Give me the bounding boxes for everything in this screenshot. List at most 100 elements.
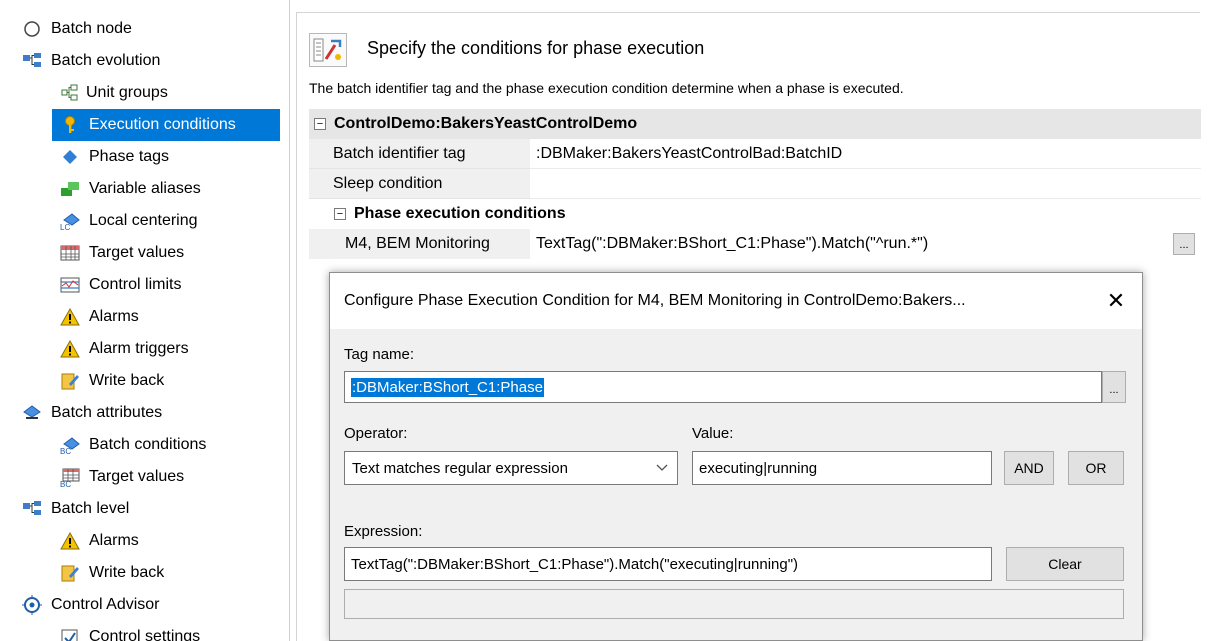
grid-row-value[interactable]: [530, 169, 1201, 199]
value-text: executing|running: [699, 459, 818, 477]
tree-item-write-back[interactable]: Write back: [60, 365, 164, 397]
tree-item-execution-conditions[interactable]: Execution conditions: [52, 109, 280, 141]
tree-item-label: Target values: [89, 468, 185, 485]
or-button[interactable]: OR: [1068, 451, 1124, 485]
unit-groups-icon: [60, 83, 80, 103]
tree-item-control-settings[interactable]: Control settings: [60, 621, 200, 641]
tree-item-label: Write back: [89, 372, 165, 389]
write-back-icon: [60, 563, 80, 583]
svg-text:BC: BC: [60, 447, 71, 455]
grid-subcategory-label: Phase execution conditions: [354, 205, 566, 222]
tree-item-batch-target-values[interactable]: BC Target values: [60, 461, 184, 493]
svg-text:LC: LC: [60, 223, 70, 231]
tree-item-batch-node[interactable]: Batch node: [22, 13, 132, 45]
tree-item-batch-level-write-back[interactable]: Write back: [60, 557, 164, 589]
local-centering-icon: LC: [60, 211, 80, 231]
warning-icon: [60, 307, 80, 327]
grid-category-row[interactable]: − ControlDemo:BakersYeastControlDemo: [309, 109, 1201, 139]
warning-icon: [60, 531, 80, 551]
configure-condition-dialog: Configure Phase Execution Condition for …: [329, 272, 1143, 641]
operator-value: Text matches regular expression: [352, 459, 568, 477]
dialog-titlebar[interactable]: Configure Phase Execution Condition for …: [330, 273, 1142, 329]
svg-text:BC: BC: [60, 480, 71, 487]
tree-item-batch-evolution[interactable]: Batch evolution: [22, 45, 160, 77]
tree-item-label: Control Advisor: [51, 596, 160, 613]
page-title: Specify the conditions for phase executi…: [367, 38, 705, 58]
tree-item-label: Target values: [89, 244, 185, 261]
dialog-title: Configure Phase Execution Condition for …: [344, 292, 966, 309]
grid-row-value[interactable]: :DBMaker:BakersYeastControlBad:BatchID: [530, 139, 1201, 169]
expression-label: Expression:: [344, 523, 423, 540]
tree-item-batch-level[interactable]: Batch level: [22, 493, 129, 525]
control-limits-icon: [60, 275, 80, 295]
tree-item-variable-aliases[interactable]: Variable aliases: [60, 173, 201, 205]
tree-item-label: Variable aliases: [89, 180, 201, 197]
tree-divider: [289, 0, 290, 641]
warning-icon: [60, 339, 80, 359]
expression-text: TextTag(":DBMaker:BShort_C1:Phase").Matc…: [351, 555, 799, 573]
tree-item-label: Batch attributes: [51, 404, 163, 421]
tree-item-label: Alarms: [89, 532, 139, 549]
tree-item-label: Alarm triggers: [89, 340, 189, 357]
batch-target-values-icon: BC: [60, 467, 80, 487]
key-icon: [60, 115, 80, 135]
hierarchy-icon: [22, 499, 42, 519]
value-input[interactable]: executing|running: [692, 451, 992, 485]
tree-item-target-values[interactable]: Target values: [60, 237, 184, 269]
and-button[interactable]: AND: [1004, 451, 1054, 485]
collapse-icon[interactable]: −: [334, 208, 346, 220]
tag-name-input[interactable]: :DBMaker:BShort_C1:Phase: [344, 371, 1102, 403]
conditions-wizard-icon: [309, 33, 347, 67]
batch-conditions-icon: BC: [60, 435, 80, 455]
tree-item-label: Phase tags: [89, 148, 170, 165]
tree-item-label: Execution conditions: [89, 116, 236, 133]
tag-name-value: :DBMaker:BShort_C1:Phase: [351, 377, 544, 397]
grid-row-batch-identifier-tag[interactable]: Batch identifier tag :DBMaker:BakersYeas…: [309, 139, 1201, 169]
navigation-tree: Batch node Batch evolution Unit groups E…: [0, 0, 289, 641]
tree-item-label: Batch conditions: [89, 436, 207, 453]
batch-attributes-icon: [22, 403, 42, 423]
tree-item-label: Alarms: [89, 308, 139, 325]
grid-row-phase-condition[interactable]: M4, BEM Monitoring TextTag(":DBMaker:BSh…: [309, 229, 1201, 259]
tree-item-phase-tags[interactable]: Phase tags: [60, 141, 169, 173]
tree-item-label: Control settings: [89, 628, 201, 641]
edit-condition-button[interactable]: ...: [1173, 233, 1195, 255]
alias-icon: [60, 179, 80, 199]
grid-category-label: ControlDemo:BakersYeastControlDemo: [334, 115, 638, 132]
expression-input[interactable]: TextTag(":DBMaker:BShort_C1:Phase").Matc…: [344, 547, 992, 581]
tree-item-batch-level-alarms[interactable]: Alarms: [60, 525, 139, 557]
tree-item-local-centering[interactable]: LC Local centering: [60, 205, 198, 237]
grid-subcategory-row[interactable]: − Phase execution conditions: [309, 199, 1201, 229]
tree-item-label: Local centering: [89, 212, 198, 229]
target-icon: [22, 595, 42, 615]
tree-item-alarm-triggers[interactable]: Alarm triggers: [60, 333, 189, 365]
grid-row-name: Batch identifier tag: [309, 139, 530, 169]
tree-item-unit-groups[interactable]: Unit groups: [60, 77, 168, 109]
tree-item-label: Batch evolution: [51, 52, 161, 69]
tree-item-alarms[interactable]: Alarms: [60, 301, 139, 333]
close-icon[interactable]: ✕: [1102, 287, 1130, 315]
clear-button[interactable]: Clear: [1006, 547, 1124, 581]
grid-row-sleep-condition[interactable]: Sleep condition: [309, 169, 1201, 199]
collapse-icon[interactable]: −: [314, 118, 326, 130]
operator-select[interactable]: Text matches regular expression: [344, 451, 678, 485]
grid-row-value[interactable]: TextTag(":DBMaker:BShort_C1:Phase").Matc…: [530, 229, 1201, 259]
tag-name-label: Tag name:: [344, 346, 415, 363]
tree-item-control-limits[interactable]: Control limits: [60, 269, 181, 301]
circle-icon: [22, 19, 42, 39]
tree-item-control-advisor[interactable]: Control Advisor: [22, 589, 160, 621]
checkbox-icon: [60, 627, 80, 641]
tree-item-label: Batch level: [51, 500, 130, 517]
validation-status-field: [344, 589, 1124, 619]
tree-item-batch-attributes[interactable]: Batch attributes: [22, 397, 162, 429]
page-description: The batch identifier tag and the phase e…: [309, 80, 904, 96]
diamond-icon: [60, 147, 80, 167]
value-label: Value:: [692, 425, 734, 442]
tree-item-batch-conditions[interactable]: BC Batch conditions: [60, 429, 206, 461]
browse-tag-button[interactable]: ...: [1102, 371, 1126, 403]
tree-item-label: Unit groups: [86, 84, 168, 101]
write-back-icon: [60, 371, 80, 391]
hierarchy-icon: [22, 51, 42, 71]
chevron-down-icon[interactable]: [647, 452, 677, 484]
tree-item-label: Batch node: [51, 20, 132, 37]
